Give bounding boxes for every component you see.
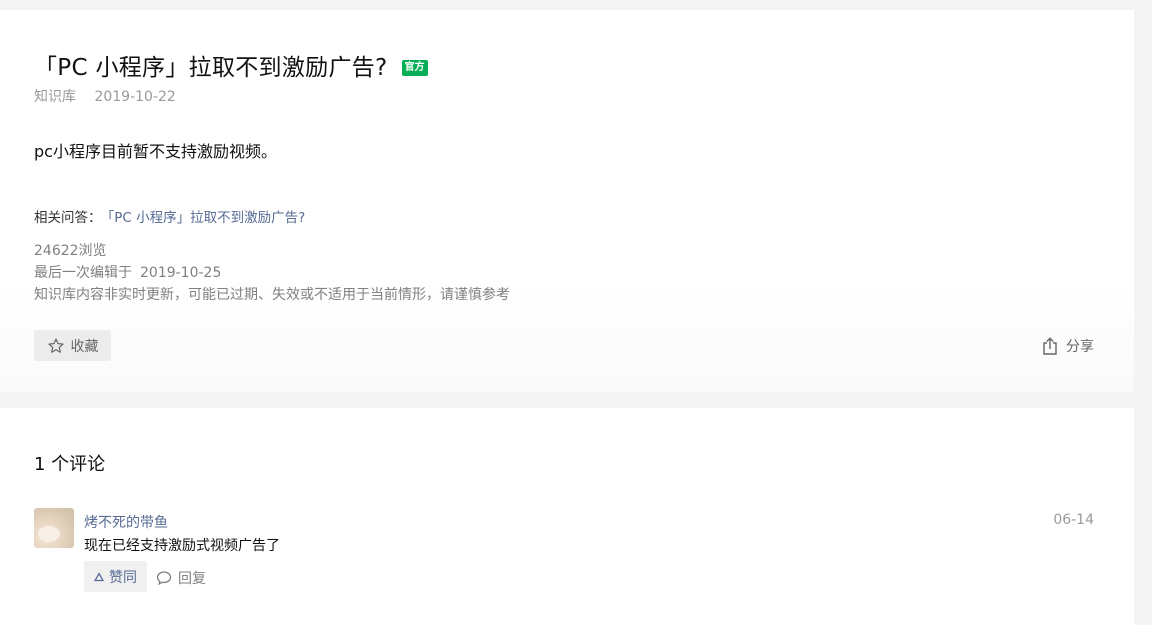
related-questions: 相关问答： 「PC 小程序」拉取不到激励广告? bbox=[34, 206, 305, 226]
reply-button[interactable]: 回复 bbox=[156, 568, 206, 588]
share-label: 分享 bbox=[1066, 339, 1094, 355]
triangle-up-icon bbox=[94, 571, 104, 581]
disclaimer: 知识库内容非实时更新，可能已过期、失效或不适用于当前情形，请谨慎参考 bbox=[34, 287, 510, 303]
article-title: 「PC 小程序」拉取不到激励广告? bbox=[34, 55, 388, 81]
last-edit-label: 最后一次编辑于 bbox=[34, 265, 132, 281]
last-edit: 最后一次编辑于 2019-10-25 bbox=[34, 262, 510, 284]
section-divider bbox=[0, 392, 1152, 408]
article-stats: 24622浏览 最后一次编辑于 2019-10-25 知识库内容非实时更新，可能已… bbox=[34, 240, 510, 306]
related-link[interactable]: 「PC 小程序」拉取不到激励广告? bbox=[108, 210, 306, 226]
collect-label: 收藏 bbox=[70, 338, 99, 355]
share-button[interactable]: 分享 bbox=[1042, 336, 1094, 356]
reply-label: 回复 bbox=[178, 571, 206, 587]
article-body: pc小程序目前暂不支持激励视频。 bbox=[34, 142, 277, 161]
comment-text: 现在已经支持激励式视频广告了 bbox=[84, 538, 280, 554]
comment-author[interactable]: 烤不死的带鱼 bbox=[84, 512, 168, 532]
article-meta: 知识库 2019-10-22 bbox=[34, 86, 176, 106]
page-right-margin bbox=[1134, 0, 1152, 625]
like-label: 赞同 bbox=[109, 569, 137, 586]
last-edit-date: 2019-10-25 bbox=[140, 265, 222, 281]
comment-bubble-icon bbox=[156, 571, 172, 586]
official-badge: 官方 bbox=[401, 60, 428, 76]
avatar[interactable] bbox=[34, 508, 74, 548]
share-icon bbox=[1043, 337, 1057, 355]
star-icon bbox=[47, 338, 64, 353]
article-date: 2019-10-22 bbox=[94, 89, 176, 105]
article-card: 「PC 小程序」拉取不到激励广告? 官方 知识库 2019-10-22 pc小程… bbox=[0, 10, 1134, 392]
like-button[interactable]: 赞同 bbox=[84, 561, 147, 592]
article-category[interactable]: 知识库 bbox=[34, 89, 76, 105]
collect-button[interactable]: 收藏 bbox=[34, 330, 111, 361]
comments-title: 1 个评论 bbox=[34, 454, 106, 475]
related-label: 相关问答： bbox=[34, 210, 102, 226]
comment-date: 06-14 bbox=[1053, 512, 1094, 528]
title-row: 「PC 小程序」拉取不到激励广告? 官方 bbox=[34, 52, 428, 84]
comments-card: 1 个评论 烤不死的带鱼 06-14 现在已经支持激励式视频广告了 赞同 回复 bbox=[0, 408, 1134, 625]
view-count: 24622浏览 bbox=[34, 243, 107, 259]
